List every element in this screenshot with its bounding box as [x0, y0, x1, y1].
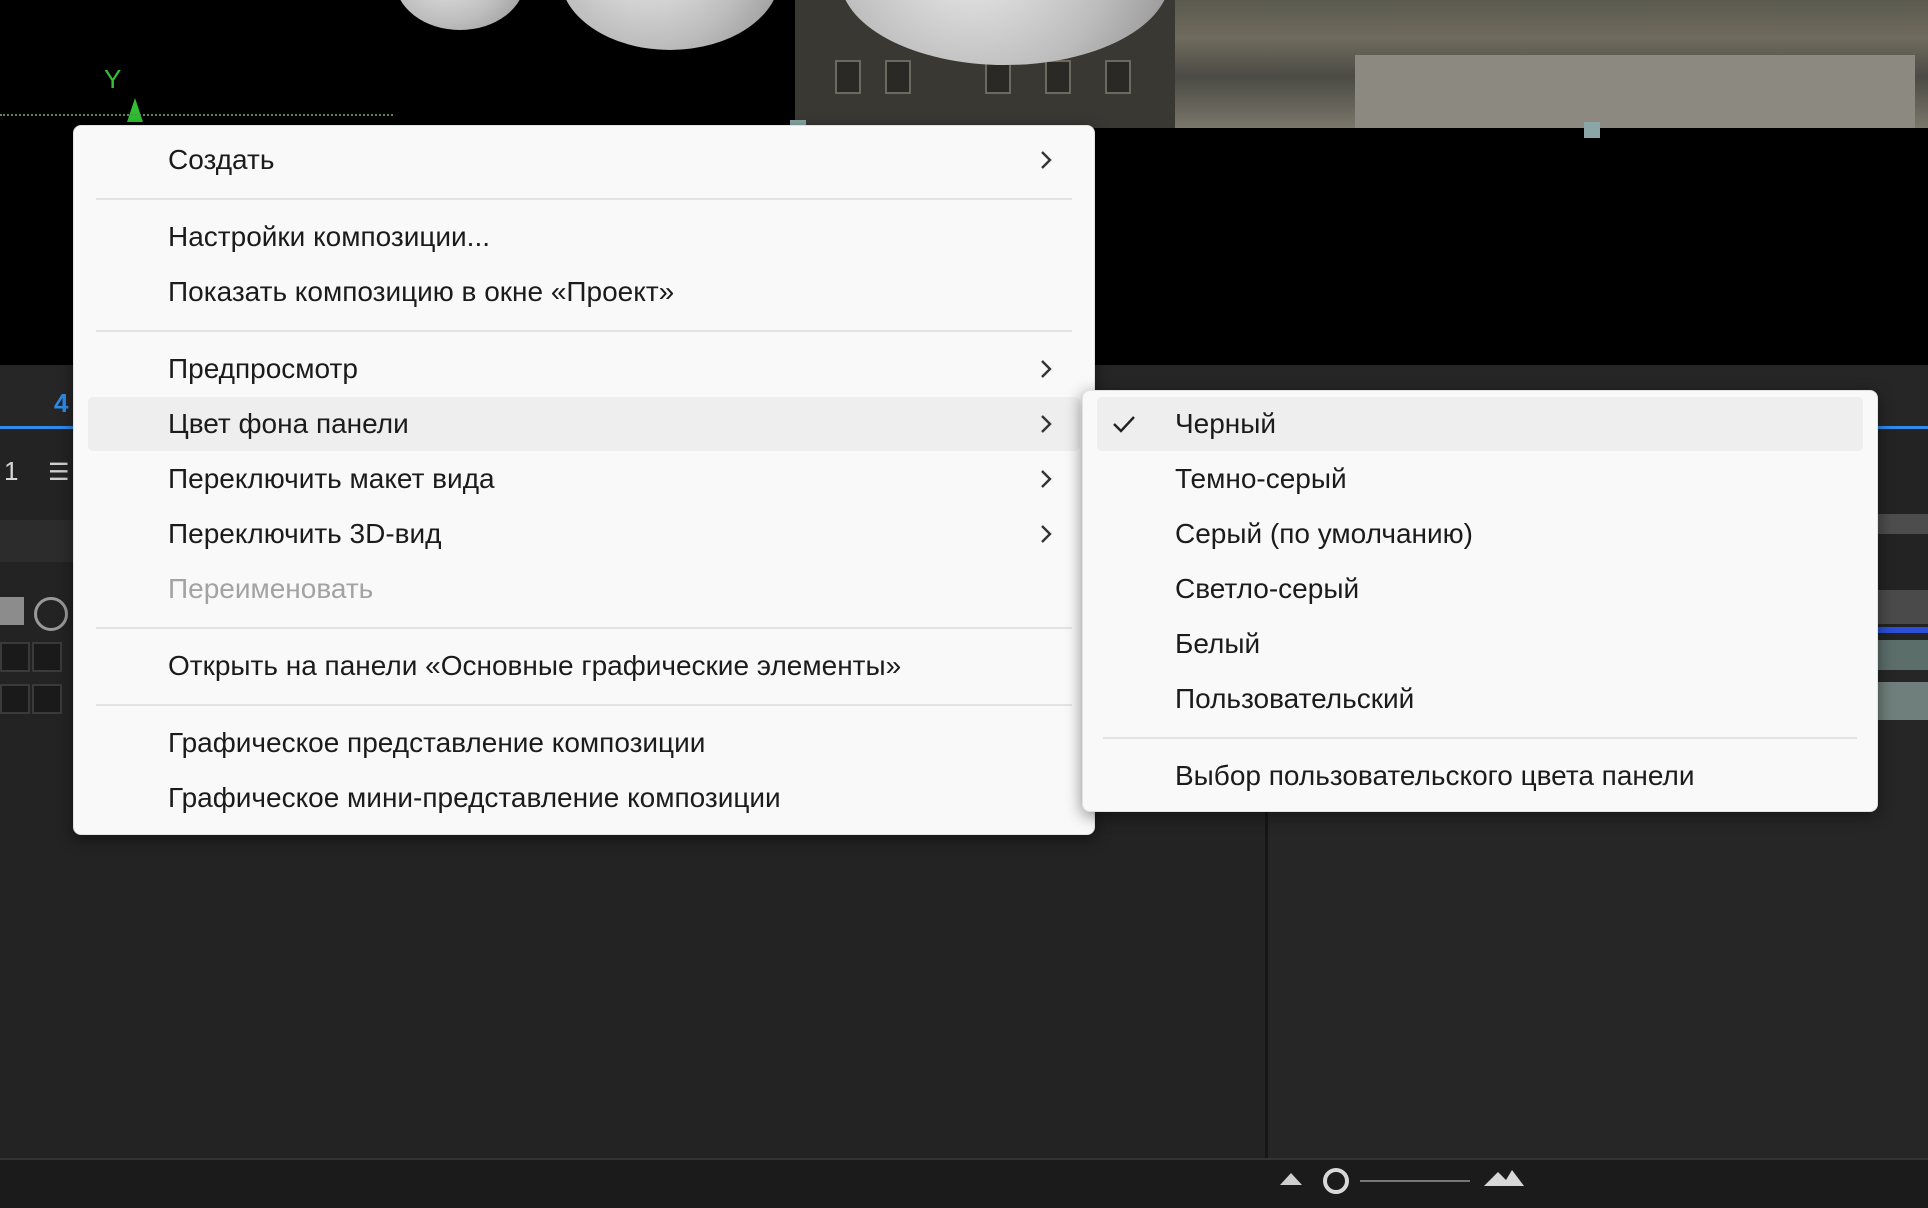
chevron-right-icon: [1041, 415, 1052, 433]
3d-object: [395, 0, 525, 30]
submenu-item-choose-custom-color[interactable]: Выбор пользовательского цвета панели: [1097, 749, 1863, 803]
menu-item-switch-3d-view[interactable]: Переключить 3D-вид: [88, 507, 1080, 561]
submenu-item-dark-gray[interactable]: Темно-серый: [1097, 452, 1863, 506]
menu-separator: [96, 627, 1072, 629]
menu-separator: [1103, 737, 1857, 739]
layer-handle[interactable]: [1584, 122, 1600, 138]
chevron-right-icon: [1041, 360, 1052, 378]
submenu-item-label: Светло-серый: [1175, 573, 1360, 604]
check-icon: [1113, 416, 1135, 433]
submenu-item-gray-default[interactable]: Серый (по умолчанию): [1097, 507, 1863, 561]
submenu-item-label: Серый (по умолчанию): [1175, 518, 1473, 549]
layer-switches-icon[interactable]: [0, 597, 24, 625]
menu-item-composition-settings[interactable]: Настройки композиции...: [88, 210, 1080, 264]
motion-blur-icon[interactable]: [34, 597, 68, 631]
menu-item-panel-background-color[interactable]: Цвет фона панели: [88, 397, 1080, 451]
chevron-right-icon: [1041, 151, 1052, 169]
zoom-slider-track[interactable]: [1360, 1180, 1470, 1182]
menu-item-rename: Переименовать: [88, 562, 1080, 616]
submenu-item-white[interactable]: Белый: [1097, 617, 1863, 671]
timeline-footer: [0, 1158, 1928, 1208]
layer-bar[interactable]: [1878, 590, 1928, 624]
submenu-item-black[interactable]: Черный: [1097, 397, 1863, 451]
menu-item-label: Предпросмотр: [168, 353, 358, 384]
menu-separator: [96, 198, 1072, 200]
timeline-tab[interactable]: 4: [54, 388, 68, 419]
submenu-item-light-gray[interactable]: Светло-серый: [1097, 562, 1863, 616]
menu-item-label: Графическое мини-представление композици…: [168, 782, 781, 813]
submenu-item-label: Пользовательский: [1175, 683, 1415, 714]
3d-object: [560, 0, 780, 50]
layer-switch[interactable]: [0, 642, 30, 672]
submenu-item-label: Черный: [1175, 408, 1277, 439]
panel-menu-icon[interactable]: ☰: [48, 458, 70, 487]
menu-item-label: Переключить макет вида: [168, 463, 495, 494]
menu-separator: [96, 704, 1072, 706]
timeline-label[interactable]: 1: [4, 456, 18, 487]
menu-item-label: Переключить 3D-вид: [168, 518, 442, 549]
chevron-right-icon: [1041, 470, 1052, 488]
menu-item-switch-view-layout[interactable]: Переключить макет вида: [88, 452, 1080, 506]
zoom-out-mountain-icon[interactable]: [1280, 1173, 1302, 1185]
menu-item-label: Переименовать: [168, 573, 374, 604]
menu-item-label: Открыть на панели «Основные графические …: [168, 650, 902, 681]
menu-separator: [96, 330, 1072, 332]
submenu-item-custom[interactable]: Пользовательский: [1097, 672, 1863, 726]
menu-item-label: Цвет фона панели: [168, 408, 409, 439]
submenu-item-label: Темно-серый: [1175, 463, 1347, 494]
menu-item-label: Настройки композиции...: [168, 221, 491, 252]
zoom-slider-knob[interactable]: [1323, 1168, 1349, 1194]
layer-bar[interactable]: [1878, 640, 1928, 670]
y-axis-arrow-icon[interactable]: [127, 98, 143, 122]
menu-item-label: Графическое представление композиции: [168, 727, 706, 758]
menu-item-open-essential-graphics[interactable]: Открыть на панели «Основные графические …: [88, 639, 1080, 693]
menu-item-label: Создать: [168, 144, 275, 175]
context-menu: Создать Настройки композиции... Показать…: [73, 125, 1095, 835]
menu-item-composition-mini-flowchart[interactable]: Графическое мини-представление композици…: [88, 771, 1080, 825]
layer-switch[interactable]: [32, 642, 62, 672]
timeline-header-row: [0, 520, 80, 562]
submenu-item-label: Выбор пользовательского цвета панели: [1175, 760, 1695, 791]
layer-switch[interactable]: [32, 684, 62, 714]
guide-line: [0, 114, 393, 116]
zoom-in-mountain-icon[interactable]: [1484, 1168, 1524, 1186]
menu-item-preview[interactable]: Предпросмотр: [88, 342, 1080, 396]
layer-bar[interactable]: [1878, 682, 1928, 720]
layer-bar[interactable]: [1878, 627, 1928, 633]
submenu-item-label: Белый: [1175, 628, 1261, 659]
menu-item-label: Показать композицию в окне «Проект»: [168, 276, 675, 307]
layer-switch[interactable]: [0, 684, 30, 714]
menu-item-composition-flowchart[interactable]: Графическое представление композиции: [88, 716, 1080, 770]
chevron-right-icon: [1041, 525, 1052, 543]
menu-item-create[interactable]: Создать: [88, 133, 1080, 187]
menu-item-reveal-in-project[interactable]: Показать композицию в окне «Проект»: [88, 265, 1080, 319]
y-axis-label: Y: [104, 64, 122, 94]
panel-color-submenu: Черный Темно-серый Серый (по умолчанию) …: [1082, 390, 1878, 812]
layer-bar[interactable]: [1878, 514, 1928, 534]
